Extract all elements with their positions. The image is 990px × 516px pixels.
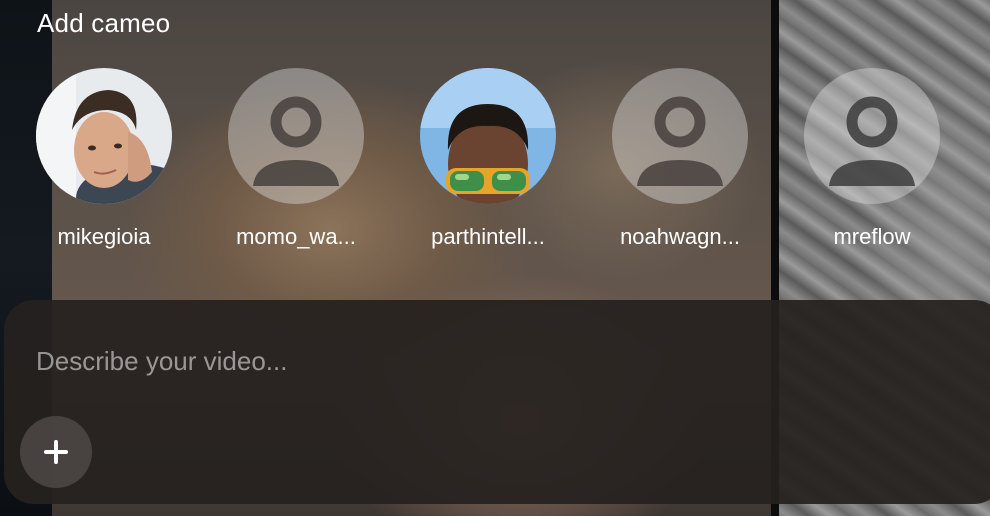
prompt-composer	[4, 300, 990, 504]
cameo-screen: Add cameo mikegioia momo_wa... parthinte…	[0, 0, 990, 516]
cameo-item-noahwagn[interactable]: noahwagn...	[612, 68, 748, 250]
user-photo	[420, 68, 556, 204]
cameo-name: parthintell...	[431, 224, 545, 249]
cameo-item-mreflow[interactable]: mreflow	[804, 68, 940, 250]
person-placeholder-icon	[804, 68, 940, 204]
person-placeholder-icon	[612, 68, 748, 204]
user-photo	[36, 68, 172, 204]
avatar	[36, 68, 172, 204]
plus-icon	[44, 440, 68, 464]
cameo-name: mikegioia	[57, 224, 151, 249]
cameo-name: noahwagn...	[620, 224, 740, 249]
cameo-item-momo[interactable]: momo_wa...	[228, 68, 364, 250]
cameo-item-parthintell[interactable]: parthintell...	[420, 68, 556, 250]
cameo-name: mreflow	[833, 224, 911, 249]
add-attachment-button[interactable]	[20, 416, 92, 488]
cameo-name: momo_wa...	[236, 224, 356, 249]
avatar	[420, 68, 556, 204]
add-cameo-title: Add cameo	[37, 8, 171, 38]
cameo-item-mikegioia[interactable]: mikegioia	[36, 68, 172, 250]
person-placeholder-icon	[228, 68, 364, 204]
describe-video-input[interactable]	[36, 344, 736, 378]
